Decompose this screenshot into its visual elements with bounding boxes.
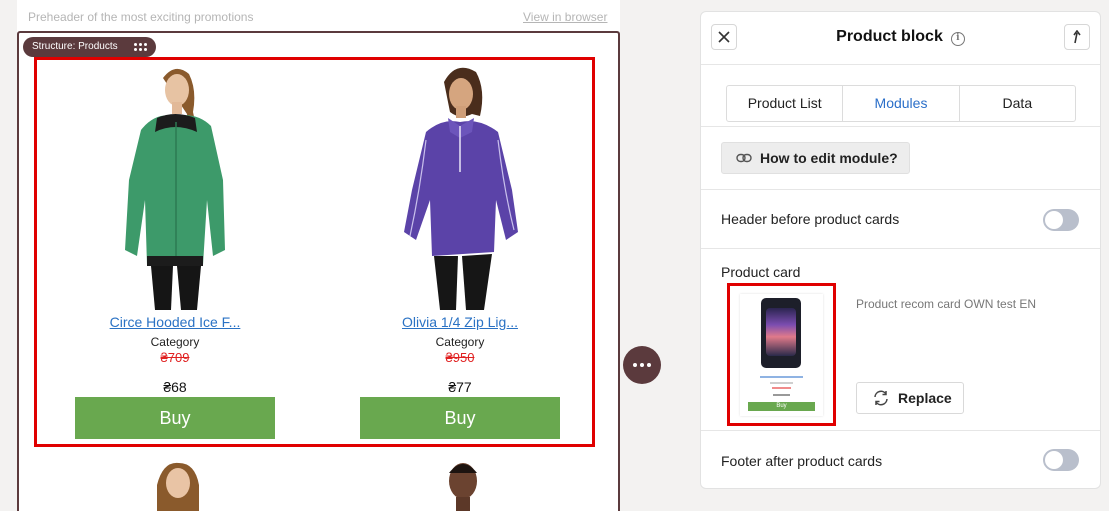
product-old-price: ₴950 — [445, 350, 475, 365]
product-name-link[interactable]: Circe Hooded Ice F... — [75, 314, 275, 330]
how-to-edit-label: How to edit module? — [760, 150, 898, 166]
view-in-browser-link[interactable]: View in browser — [523, 10, 607, 24]
panel-header: Product block i — [701, 12, 1100, 65]
header-toggle[interactable] — [1043, 209, 1079, 231]
footer-toggle-row: Footer after product cards — [701, 431, 1100, 490]
structure-tag[interactable]: Structure: Products — [23, 37, 156, 57]
product-card-preview: Buy — [740, 294, 823, 416]
product-image-2[interactable] — [360, 60, 560, 310]
how-to-edit-button[interactable]: How to edit module? — [721, 142, 910, 174]
product-price: ₴77 — [448, 379, 472, 395]
panel-tabs: Product List Modules Data — [726, 85, 1076, 122]
preview-category-line — [770, 382, 793, 384]
product-image-4[interactable] — [432, 455, 492, 511]
pin-button[interactable] — [1064, 24, 1090, 50]
product-old-price: ₴709 — [160, 350, 190, 365]
email-canvas: Preheader of the most exciting promotion… — [17, 0, 620, 511]
product-image-3[interactable] — [147, 455, 207, 511]
product-category: Category — [150, 335, 200, 349]
product-card-label: Product card — [721, 264, 801, 280]
drag-handle-icon[interactable] — [133, 43, 147, 51]
how-to-row: How to edit module? — [701, 127, 1100, 190]
preview-old-price-line — [772, 387, 791, 389]
tab-data[interactable]: Data — [960, 86, 1075, 121]
footer-toggle[interactable] — [1043, 449, 1079, 471]
product-card-name: Product recom card OWN test EN — [856, 297, 1037, 311]
tab-product-list[interactable]: Product List — [727, 86, 844, 121]
panel-title-text: Product block — [836, 28, 943, 45]
panel-title: Product block i — [701, 28, 1100, 46]
more-options-button[interactable] — [623, 346, 661, 384]
tab-modules[interactable]: Modules — [843, 86, 960, 121]
pin-icon — [1073, 30, 1081, 44]
phone-image — [761, 298, 801, 368]
footer-toggle-label: Footer after product cards — [721, 453, 883, 469]
tabs-row: Product List Modules Data — [701, 65, 1100, 127]
buy-button[interactable]: Buy — [75, 397, 275, 439]
preview-buy-button: Buy — [748, 402, 815, 411]
product-block-panel: Product block i Product List Modules Data… — [700, 11, 1101, 489]
product-image-1[interactable] — [75, 60, 275, 310]
structure-tag-label: Structure: Products — [32, 41, 118, 52]
link-icon — [736, 153, 752, 163]
preview-name-line — [760, 376, 803, 378]
preheader-text: Preheader of the most exciting promotion… — [28, 10, 254, 24]
header-toggle-label: Header before product cards — [721, 211, 900, 227]
preview-price-line — [773, 394, 790, 396]
product-card-thumbnail[interactable]: Buy — [727, 283, 836, 426]
replace-button[interactable]: Replace — [856, 382, 964, 414]
product-price: ₴68 — [163, 379, 187, 395]
refresh-icon — [874, 390, 888, 406]
product-card-2: Olivia 1/4 Zip Lig... Category ₴950 ₴77 … — [360, 60, 560, 439]
replace-label: Replace — [898, 390, 952, 406]
info-icon[interactable]: i — [950, 32, 965, 46]
product-name-link[interactable]: Olivia 1/4 Zip Lig... — [360, 314, 560, 330]
product-card-1: Circe Hooded Ice F... Category ₴709 ₴68 … — [75, 60, 275, 439]
product-category: Category — [435, 335, 485, 349]
buy-button[interactable]: Buy — [360, 397, 560, 439]
product-card-row: Product card Buy Product recom card OWN … — [701, 249, 1100, 431]
header-toggle-row: Header before product cards — [701, 190, 1100, 249]
